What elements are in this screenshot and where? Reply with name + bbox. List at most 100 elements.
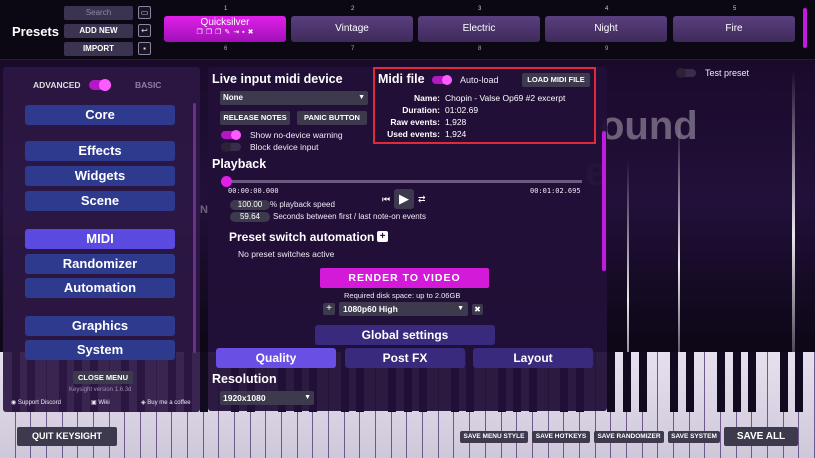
save-hotkeys-button[interactable]: SAVE HOTKEYS (532, 431, 590, 443)
quit-button[interactable]: QUIT KEYSIGHT (17, 427, 117, 446)
preset-scrollbar[interactable] (803, 8, 807, 48)
resolution-select[interactable]: 1920x1080 ▼ (220, 391, 314, 405)
save-system-button[interactable]: SAVE SYSTEM (668, 431, 720, 443)
midi-info-key: Raw events: (390, 117, 440, 127)
auto-load-toggle[interactable] (432, 75, 452, 85)
midi-info-key: Name: (414, 93, 440, 103)
midi-file-title: Midi file (378, 72, 425, 86)
preset-number: 6 (224, 46, 228, 52)
preset-card[interactable]: Vintage (291, 16, 413, 42)
tab-quality[interactable]: Quality (216, 348, 336, 368)
playback-scrubber[interactable] (221, 176, 232, 187)
edit-icon[interactable]: ✎ (224, 26, 230, 40)
sidebar-item-system[interactable]: System (25, 340, 175, 360)
copy-icon[interactable]: ❐ (206, 26, 212, 40)
sidebar-item-scene[interactable]: Scene (25, 191, 175, 211)
preset-name: Night (594, 23, 618, 34)
discord-icon: ◉ (11, 400, 18, 406)
auto-load-label: Auto-load (460, 75, 499, 85)
playback-speed-label: % playback speed (270, 200, 335, 209)
preset-number: 3 (478, 6, 482, 12)
preset-card[interactable]: Fire (673, 16, 795, 42)
sidebar: ADVANCED BASIC Core Effects Widgets Scene MI… (3, 67, 200, 412)
undo-icon[interactable]: ↩ (138, 24, 151, 37)
copy-icon[interactable]: ❐ (197, 26, 203, 40)
background-text-3: N (200, 204, 208, 216)
sidebar-item-randomizer[interactable]: Randomizer (25, 254, 175, 274)
playback-timeline[interactable] (225, 180, 582, 183)
tab-layout[interactable]: Layout (473, 348, 593, 368)
delete-icon[interactable]: ✖ (472, 304, 483, 315)
sidebar-item-core[interactable]: Core (25, 105, 175, 125)
piano-black-key (669, 352, 678, 412)
wiki-link[interactable]: ▣ Wiki (91, 399, 110, 406)
playback-title: Playback (212, 157, 267, 171)
seconds-label: Seconds between first / last note-on eve… (273, 212, 426, 221)
resolution-value: 1920x1080 (223, 393, 266, 403)
midi-file-box: Midi file Auto-load LOAD MIDI FILE Name:… (373, 67, 596, 144)
sidebar-item-widgets[interactable]: Widgets (25, 166, 175, 186)
close-menu-button[interactable]: CLOSE MENU (73, 371, 133, 384)
save-icon[interactable]: ▪ (138, 42, 151, 55)
global-settings-button[interactable]: Global settings (315, 325, 495, 345)
folder-icon[interactable]: ▭ (138, 6, 151, 19)
sidebar-scrollbar[interactable] (193, 103, 196, 353)
block-device-toggle[interactable] (221, 142, 241, 152)
preset-number: 7 (351, 46, 355, 52)
render-video-button[interactable]: RENDER TO VIDEO (320, 268, 489, 288)
no-switches-label: No preset switches active (238, 249, 335, 259)
preset-card[interactable]: Electric (418, 16, 540, 42)
sidebar-item-midi[interactable]: MIDI (25, 229, 175, 249)
piano-black-key (779, 352, 788, 412)
export-icon[interactable]: ⇥ (233, 26, 239, 40)
preset-card[interactable]: Night (545, 16, 667, 42)
light-streak (792, 70, 795, 400)
preset-number: 5 (733, 6, 737, 12)
preset-card[interactable]: Quicksilver ❐ ❐ ❐ ✎ ⇥ ▪ ✖ (164, 16, 286, 42)
seconds-input[interactable]: 59.64 (230, 212, 270, 222)
test-preset-toggle[interactable] (676, 68, 696, 78)
load-midi-file-button[interactable]: LOAD MIDI FILE (522, 73, 590, 87)
copy-icon[interactable]: ❐ (215, 26, 221, 40)
discord-link[interactable]: ◉ Support Discord (11, 399, 61, 406)
midi-info-key: Used events: (387, 129, 440, 139)
save-all-button[interactable]: SAVE ALL (724, 427, 798, 446)
panic-button[interactable]: PANIC BUTTON (297, 111, 367, 125)
midi-device-select[interactable]: None ▼ (220, 91, 368, 105)
chevron-down-icon: ▼ (304, 394, 311, 401)
advanced-basic-toggle[interactable] (89, 79, 111, 91)
sidebar-item-automation[interactable]: Automation (25, 278, 175, 298)
presets-title: Presets (12, 24, 59, 39)
sidebar-item-effects[interactable]: Effects (25, 141, 175, 161)
add-preset-switch-icon[interactable]: + (377, 231, 388, 242)
tab-post-fx[interactable]: Post FX (345, 348, 465, 368)
midi-info-value: Chopin - Valse Op69 #2 excerpt (445, 93, 566, 103)
import-button[interactable]: IMPORT (64, 42, 133, 56)
midi-device-value: None (223, 93, 243, 102)
save-icon[interactable]: ▪ (242, 26, 244, 40)
release-notes-button[interactable]: RELEASE NOTES (220, 111, 290, 125)
delete-icon[interactable]: ✖ (248, 26, 254, 40)
play-icon[interactable]: ▶ (394, 189, 414, 209)
add-quality-icon[interactable]: + (323, 303, 335, 315)
panel-scrollbar[interactable] (602, 131, 606, 271)
show-warning-label: Show no-device warning (250, 130, 343, 140)
resolution-title: Resolution (212, 372, 277, 386)
preset-search-input[interactable]: Search (64, 6, 133, 20)
skip-back-icon[interactable]: ⏮ (382, 194, 390, 205)
piano-black-key (638, 352, 647, 412)
sidebar-item-graphics[interactable]: Graphics (25, 316, 175, 336)
playback-speed-input[interactable]: 100.00 (230, 200, 270, 210)
advanced-label: ADVANCED (33, 80, 81, 90)
render-quality-select[interactable]: 1080p60 High ▼ (339, 302, 468, 316)
add-new-button[interactable]: ADD NEW (64, 24, 133, 38)
preset-name: Electric (462, 23, 496, 34)
save-randomizer-button[interactable]: SAVE RANDOMIZER (594, 431, 664, 443)
disk-space-label: Required disk space: up to 2.06GB (344, 291, 461, 300)
coffee-link[interactable]: ◈ Buy me a coffee (141, 399, 191, 406)
save-menu-style-button[interactable]: SAVE MENU STYLE (460, 431, 528, 443)
loop-icon[interactable]: ⇄ (418, 194, 426, 205)
chevron-down-icon: ▼ (457, 305, 464, 312)
basic-label: BASIC (135, 80, 162, 90)
show-warning-toggle[interactable] (221, 130, 241, 140)
